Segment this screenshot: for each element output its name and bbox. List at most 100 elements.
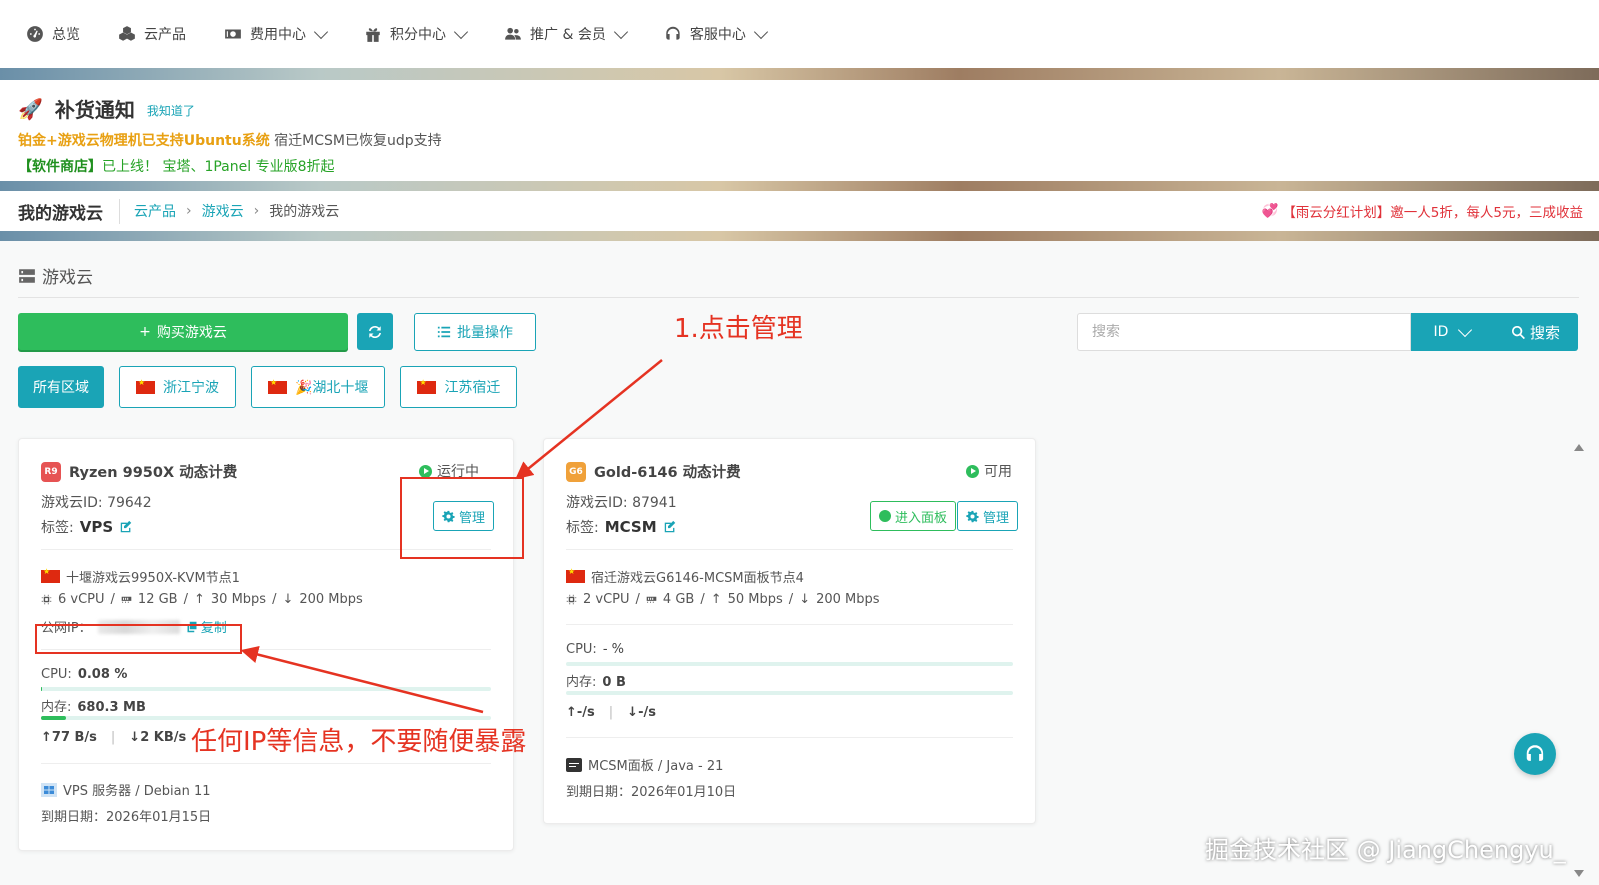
instance-tag: 标签: VPS	[41, 517, 133, 537]
search-button[interactable]: 搜索	[1493, 313, 1578, 351]
region-tab-all[interactable]: 所有区域	[18, 366, 104, 408]
tag-value: MCSM	[604, 518, 657, 536]
search-input[interactable]	[1077, 313, 1411, 351]
node-info: 宿迁游戏云G6146-MCSM面板节点4	[566, 567, 804, 586]
memory-icon	[121, 596, 132, 603]
batch-label: 批量操作	[457, 325, 513, 341]
os-info: VPS 服务器 / Debian 11	[41, 780, 211, 799]
annotation-box-manage	[400, 477, 524, 559]
os-info: MCSM面板 / Java - 21	[566, 755, 723, 774]
batch-operation-button[interactable]: 批量操作	[414, 313, 536, 351]
support-chat-button[interactable]	[1514, 733, 1556, 775]
region-tab-shiyan[interactable]: 🎉湖北十堰	[251, 366, 386, 408]
nav-item-overview[interactable]: 总览	[26, 24, 80, 44]
download-spec: 200 Mbps	[299, 592, 363, 607]
net-up-value: ↑77 B/s	[41, 730, 97, 745]
divider	[566, 737, 1013, 738]
memory-usage-value: 680.3 MB	[77, 700, 146, 715]
cpu-spec: 2 vCPU	[583, 592, 630, 607]
memory-usage-label: 内存:	[566, 675, 597, 690]
buy-gamecloud-button[interactable]: + 购买游戏云	[18, 313, 348, 350]
nav-item-support[interactable]: 客服中心	[664, 24, 768, 44]
plus-icon: +	[139, 323, 151, 340]
net-down-value: ↓2 KB/s	[129, 730, 187, 745]
china-flag-icon	[136, 378, 155, 394]
notice-text: 宿迁MCSM已恢复udp支持	[274, 133, 442, 149]
watermark: 掘金技术社区 @ JiangChengyu_	[1205, 836, 1566, 864]
instance-id: 游戏云ID: 79642	[41, 495, 152, 511]
region-tab-suqian[interactable]: 江苏宿迁	[400, 366, 518, 408]
region-label: 🎉湖北十堰	[295, 380, 369, 396]
cpu-usage-value: 0.08 %	[77, 667, 128, 682]
instance-card: G6 Gold-6146 动态计费 可用 游戏云ID: 87941 标签: MC…	[543, 438, 1036, 824]
region-label: 江苏宿迁	[444, 380, 501, 396]
nav-item-label: 推广 & 会员	[530, 27, 606, 43]
gear-icon	[966, 510, 979, 522]
instance-name: Gold-6146 动态计费	[594, 465, 741, 481]
page-title: 我的游戏云	[18, 198, 120, 224]
download-arrow-icon: ↓	[282, 592, 294, 607]
divider	[18, 297, 1579, 298]
notice-title: 补货通知	[54, 98, 135, 122]
panel-icon	[879, 510, 891, 522]
cpu-chip-icon: G6	[566, 461, 586, 482]
expire-date: 到期日期：2026年01月15日	[41, 806, 211, 825]
gift-icon	[366, 28, 380, 42]
breadcrumb-link-gamecloud[interactable]: 游戏云	[202, 201, 244, 221]
memory-usage: 内存: 0 B	[566, 671, 626, 690]
chevron-down-icon	[1458, 322, 1473, 338]
money-icon	[225, 29, 241, 39]
china-flag-icon	[566, 567, 585, 583]
refresh-button[interactable]	[357, 313, 393, 350]
download-arrow-icon: ↓	[799, 592, 811, 607]
heart-icon: 💞	[1261, 203, 1279, 219]
net-down-value: ↓-/s	[627, 705, 656, 720]
node-name: 十堰游戏云9950X-KVM节点1	[66, 571, 240, 586]
acknowledge-link[interactable]: 我知道了	[147, 102, 195, 119]
region-tab-ningbo[interactable]: 浙江宁波	[119, 366, 236, 408]
search-field-select[interactable]: ID	[1411, 313, 1493, 351]
memory-usage-value: 0 B	[602, 675, 626, 690]
headset-icon	[666, 26, 680, 40]
nav-item-products[interactable]: 云产品	[118, 24, 186, 44]
tag-value: VPS	[79, 518, 114, 536]
instance-id: 游戏云ID: 87941	[566, 495, 677, 511]
breadcrumb-current: 我的游戏云	[269, 204, 340, 220]
breadcrumb-link-products[interactable]: 云产品	[134, 201, 176, 221]
network-speed: ↑-/s | ↓-/s	[566, 705, 656, 720]
china-flag-icon	[268, 378, 287, 394]
mcsm-icon	[566, 757, 582, 772]
manage-button[interactable]: 管理	[957, 501, 1019, 531]
expire-text: 到期日期：2026年01月15日	[41, 810, 212, 825]
instance-tag: 标签: MCSM	[566, 517, 677, 537]
edit-icon[interactable]	[119, 520, 133, 534]
cpu-usage-label: CPU:	[566, 642, 597, 657]
promo-link[interactable]: 💞 【雨云分红计划】邀一人5折，每人5元，三成收益	[1262, 201, 1584, 221]
rocket-icon: 🚀	[18, 96, 43, 121]
decorative-banner	[0, 181, 1599, 191]
china-flag-icon	[41, 567, 60, 583]
edit-icon[interactable]	[663, 520, 677, 534]
memory-usage-fill	[41, 716, 66, 720]
running-status-icon	[419, 464, 432, 478]
nav-item-billing[interactable]: 费用中心	[224, 24, 329, 44]
upload-spec: 30 Mbps	[210, 592, 267, 607]
upload-arrow-icon: ↑	[193, 592, 205, 607]
section-title: 游戏云	[42, 268, 93, 288]
software-store-link[interactable]: 【软件商店】	[18, 159, 102, 175]
scroll-down-arrow[interactable]	[1574, 870, 1584, 877]
divider	[566, 549, 1013, 550]
list-icon	[437, 326, 451, 338]
enter-panel-button[interactable]: 进入面板	[870, 501, 957, 531]
nav-item-label: 积分中心	[390, 27, 446, 43]
nav-item-promotion[interactable]: 推广 & 会员	[504, 24, 628, 44]
scroll-up-arrow[interactable]	[1574, 444, 1584, 451]
dashboard-icon	[27, 26, 43, 42]
memory-icon	[646, 596, 657, 603]
notice-text: 已上线！ 宝塔、1Panel 专业版8折起	[102, 159, 335, 175]
breadcrumb-bar: 我的游戏云 云产品 › 游戏云 › 我的游戏云 💞 【雨云分红计划】邀一人5折，…	[0, 191, 1599, 231]
region-filter: 所有区域 浙江宁波 🎉湖北十堰 江苏宿迁	[18, 366, 518, 408]
nav-item-points[interactable]: 积分中心	[364, 24, 469, 44]
panel-label: 进入面板	[895, 510, 948, 526]
nav-item-label: 费用中心	[250, 27, 306, 43]
